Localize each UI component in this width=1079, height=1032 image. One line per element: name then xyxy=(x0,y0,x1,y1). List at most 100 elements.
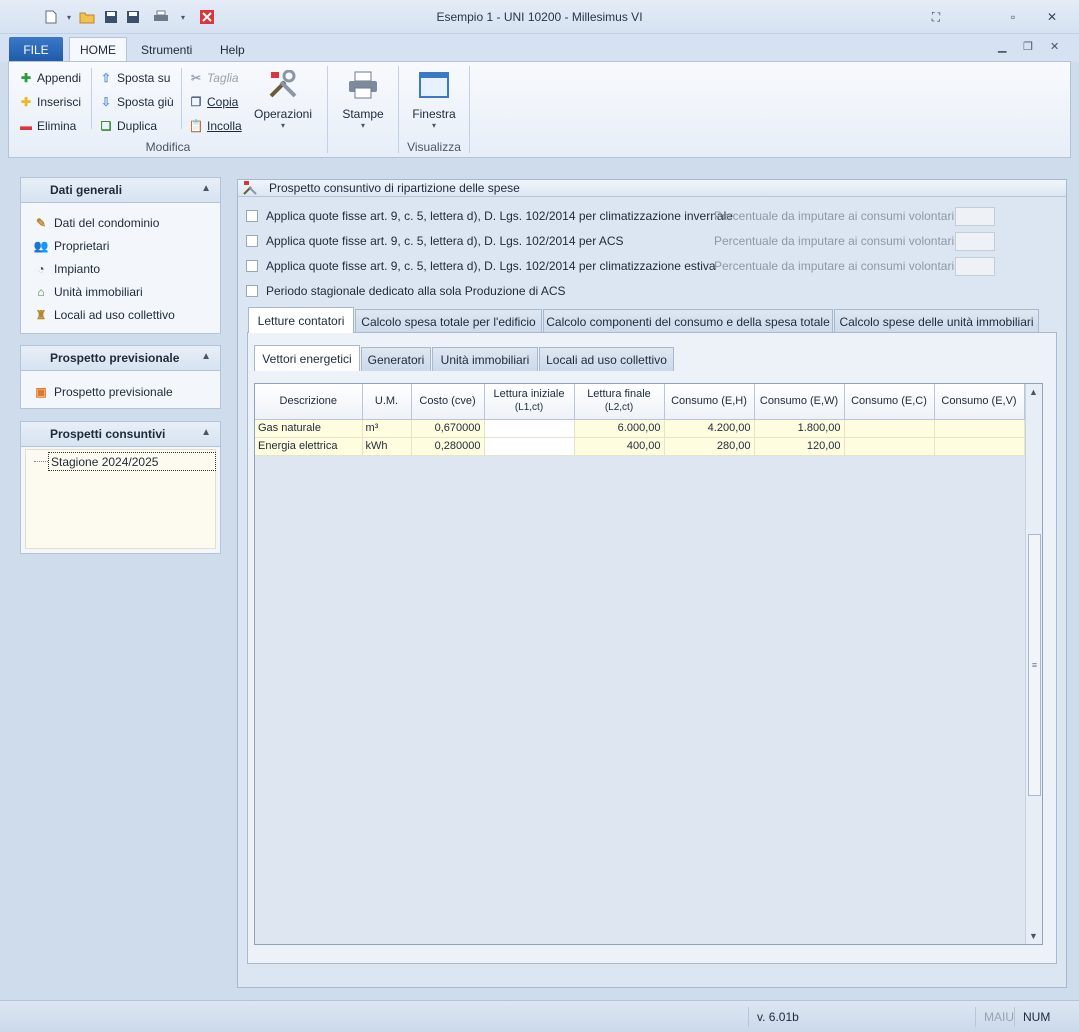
panel-prospetti-consuntivi: Prospetti consuntivi ▲ Stagione 2024/202… xyxy=(20,421,221,554)
table-header-row: Descrizione U.M. Costo (cve) Lettura ini… xyxy=(255,384,1025,420)
checkbox[interactable] xyxy=(246,260,258,272)
cell-consumo-eh[interactable]: 4.200,00 xyxy=(664,419,755,438)
mdi-restore-icon[interactable]: ❐ xyxy=(1023,40,1033,53)
subtab-generatori[interactable]: Generatori xyxy=(361,347,431,371)
panel-header[interactable]: Prospetti consuntivi ▲ xyxy=(21,422,220,447)
checkbox[interactable] xyxy=(246,210,258,222)
sidebar-item-prospetto-previsionale[interactable]: ▣ Prospetto previsionale xyxy=(21,380,220,403)
incolla-button[interactable]: 📋 Incolla xyxy=(189,116,242,136)
arrow-up-icon: ⇧ xyxy=(100,71,112,85)
chevron-up-icon[interactable]: ▲ xyxy=(201,427,211,438)
cell-um[interactable]: m³ xyxy=(362,419,412,438)
check-quote-invernale[interactable]: Applica quote fisse art. 9, c. 5, letter… xyxy=(246,206,733,226)
sidebar-item-impianto[interactable]: ◔ Impianto xyxy=(21,257,220,280)
tab-letture-contatori[interactable]: Letture contatori xyxy=(248,307,354,333)
subtab-vettori-energetici[interactable]: Vettori energetici xyxy=(254,345,360,371)
cell-consumo-ev[interactable] xyxy=(934,419,1025,438)
column-header[interactable]: U.M. xyxy=(362,384,412,420)
cell-costo[interactable]: 0,670000 xyxy=(411,419,485,438)
chevron-up-icon[interactable]: ▲ xyxy=(201,183,211,194)
tab-calcolo-spesa-totale[interactable]: Calcolo spesa totale per l'edificio xyxy=(355,309,542,333)
cell-lettura-finale[interactable]: 400,00 xyxy=(574,437,665,456)
sidebar-item-locali-collettivo[interactable]: ♜ Locali ad uso collettivo xyxy=(21,303,220,326)
column-header[interactable]: Consumo (E,V) xyxy=(934,384,1025,420)
appendi-button[interactable]: ✚ Appendi xyxy=(19,68,81,88)
scrollbar-thumb[interactable]: ≡ xyxy=(1028,534,1041,796)
cell-descrizione[interactable]: Energia elettrica xyxy=(255,437,363,456)
cell-lettura-iniziale[interactable] xyxy=(484,437,575,456)
pct-input-invernale[interactable] xyxy=(955,207,995,226)
taglia-button[interactable]: ✂ Taglia xyxy=(189,68,239,88)
tab-file[interactable]: FILE xyxy=(9,37,63,62)
cell-lettura-finale[interactable]: 6.000,00 xyxy=(574,419,665,438)
close-window-button[interactable]: ✕ xyxy=(1040,8,1064,26)
column-header[interactable]: Consumo (E,W) xyxy=(754,384,845,420)
cell-um[interactable]: kWh xyxy=(362,437,412,456)
cell-consumo-ew[interactable]: 1.800,00 xyxy=(754,419,845,438)
column-header[interactable]: Descrizione xyxy=(255,384,363,420)
column-header[interactable]: Consumo (E,H) xyxy=(664,384,755,420)
mdi-minimize-icon[interactable]: ▁ xyxy=(998,40,1006,53)
copia-button[interactable]: ❐ Copia xyxy=(189,92,239,112)
tab-strumenti[interactable]: Strumenti xyxy=(131,37,202,62)
column-header[interactable]: Lettura iniziale (L1,ct) xyxy=(484,384,575,420)
restore-window-button[interactable]: ▫ xyxy=(1001,8,1025,26)
sidebar-item-unita-immobiliari[interactable]: ⌂ Unità immobiliari xyxy=(21,280,220,303)
tree-item-stagione[interactable]: Stagione 2024/2025 xyxy=(48,452,216,471)
cell-consumo-ev[interactable] xyxy=(934,437,1025,456)
grid-vertical-scrollbar[interactable]: ▲ ≡ ▼ xyxy=(1025,384,1042,944)
pct-input-estiva[interactable] xyxy=(955,257,995,276)
tab-calcolo-spese-unita[interactable]: Calcolo spese delle unità immobiliari xyxy=(834,309,1039,333)
sposta-giu-button[interactable]: ⇩ Sposta giù xyxy=(99,92,174,112)
scroll-up-icon[interactable]: ▲ xyxy=(1029,387,1038,397)
status-version: v. 6.01b xyxy=(748,1007,812,1027)
pct-input-acs[interactable] xyxy=(955,232,995,251)
operazioni-button[interactable]: Operazioni ▾ xyxy=(251,69,315,130)
panel-header[interactable]: Dati generali ▲ xyxy=(21,178,220,203)
cell-consumo-ew[interactable]: 120,00 xyxy=(754,437,845,456)
cell-costo[interactable]: 0,280000 xyxy=(411,437,485,456)
chevron-up-icon[interactable]: ▲ xyxy=(201,351,211,362)
subtab-unita-immobiliari[interactable]: Unità immobiliari xyxy=(432,347,538,371)
tab-help[interactable]: Help xyxy=(210,37,255,62)
tab-calcolo-componenti[interactable]: Calcolo componenti del consumo e della s… xyxy=(543,309,833,333)
check-quote-estiva[interactable]: Applica quote fisse art. 9, c. 5, letter… xyxy=(246,256,716,276)
fullscreen-icon[interactable]: ⛶ xyxy=(924,8,948,26)
check-quote-acs[interactable]: Applica quote fisse art. 9, c. 5, letter… xyxy=(246,231,624,251)
check-periodo-acs[interactable]: Periodo stagionale dedicato alla sola Pr… xyxy=(246,281,566,301)
chevron-down-icon: ▾ xyxy=(431,121,436,130)
cell-consumo-ec[interactable] xyxy=(844,437,935,456)
status-num: NUM xyxy=(1014,1007,1064,1027)
table-row[interactable]: Gas naturale m³ 0,670000 6.000,00 4.200,… xyxy=(255,419,1025,438)
separator xyxy=(91,68,92,129)
sidebar-item-dati-condominio[interactable]: ✎ Dati del condominio xyxy=(21,211,220,234)
group-label-visualizza: Visualizza xyxy=(407,140,461,154)
separator xyxy=(327,66,328,153)
cell-descrizione[interactable]: Gas naturale xyxy=(255,419,363,438)
subtab-locali-collettivo[interactable]: Locali ad uso collettivo xyxy=(539,347,674,371)
pct-label-invernale: Percentuale da imputare ai consumi volon… xyxy=(714,209,958,223)
stampe-button[interactable]: Stampe ▾ xyxy=(331,70,395,130)
mdi-close-icon[interactable]: ✕ xyxy=(1050,40,1059,53)
column-header[interactable]: Costo (cve) xyxy=(411,384,485,420)
panel-header[interactable]: Prospetto previsionale ▲ xyxy=(21,346,220,371)
tab-home[interactable]: HOME xyxy=(69,37,127,62)
ribbon-tab-strip: FILE HOME Strumenti Help xyxy=(0,34,1079,62)
cell-consumo-eh[interactable]: 280,00 xyxy=(664,437,755,456)
elimina-button[interactable]: ▬ Elimina xyxy=(19,116,76,136)
edit-document-icon: ✎ xyxy=(35,215,47,230)
inserisci-button[interactable]: ✚ Inserisci xyxy=(19,92,81,112)
sposta-su-button[interactable]: ⇧ Sposta su xyxy=(99,68,170,88)
cell-lettura-iniziale[interactable] xyxy=(484,419,575,438)
table-row[interactable]: Energia elettrica kWh 0,280000 400,00 28… xyxy=(255,437,1025,456)
column-header[interactable]: Lettura finale (L2,ct) xyxy=(574,384,665,420)
checkbox[interactable] xyxy=(246,235,258,247)
tools-icon xyxy=(269,69,297,98)
finestra-button[interactable]: Finestra ▾ xyxy=(402,70,466,130)
checkbox[interactable] xyxy=(246,285,258,297)
sidebar-item-proprietari[interactable]: 👥 Proprietari xyxy=(21,234,220,257)
column-header[interactable]: Consumo (E,C) xyxy=(844,384,935,420)
cell-consumo-ec[interactable] xyxy=(844,419,935,438)
duplica-button[interactable]: ❏ Duplica xyxy=(99,116,157,136)
scroll-down-icon[interactable]: ▼ xyxy=(1029,931,1038,941)
